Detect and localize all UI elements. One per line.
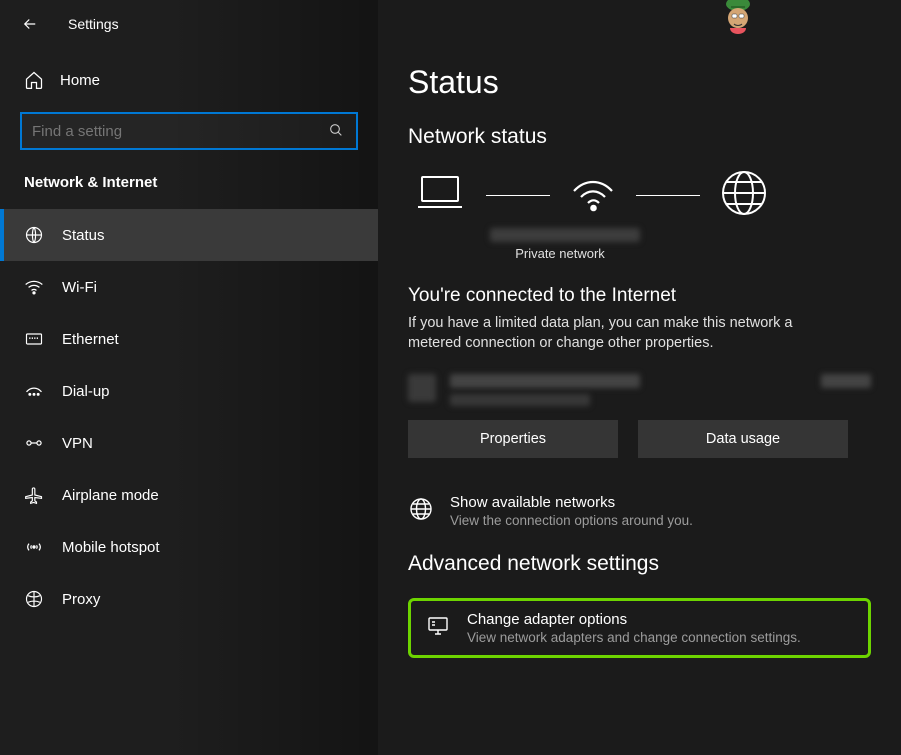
sidebar-item-status[interactable]: Status	[0, 209, 378, 261]
search-icon	[328, 122, 346, 140]
sidebar-item-wifi[interactable]: Wi-Fi	[0, 261, 378, 313]
main-content: Status Network status Private network Yo…	[378, 0, 901, 755]
back-arrow-icon[interactable]	[20, 14, 40, 34]
show-networks-link[interactable]: Show available networks View the connect…	[408, 494, 871, 528]
sidebar-item-proxy[interactable]: Proxy	[0, 573, 378, 625]
vpn-icon	[24, 433, 44, 453]
data-usage-button[interactable]: Data usage	[638, 420, 848, 458]
change-adapter-link[interactable]: Change adapter options View network adap…	[408, 598, 871, 658]
page-title: Status	[408, 64, 871, 101]
home-icon	[24, 70, 44, 90]
search-box[interactable]	[20, 112, 358, 150]
sidebar-item-label: Mobile hotspot	[62, 539, 160, 556]
sidebar-item-dialup[interactable]: Dial-up	[0, 365, 378, 417]
section-title: Network status	[408, 125, 871, 149]
sidebar-item-label: Airplane mode	[62, 487, 159, 504]
avatar-icon	[720, 0, 756, 30]
nav-list: Status Wi-Fi Ethernet Dial-up VPN	[0, 209, 378, 625]
sidebar-item-airplane[interactable]: Airplane mode	[0, 469, 378, 521]
wifi-signal-icon	[570, 173, 616, 218]
adapter-subtext-redacted	[450, 394, 590, 406]
sidebar-item-hotspot[interactable]: Mobile hotspot	[0, 521, 378, 573]
show-networks-desc: View the connection options around you.	[450, 513, 693, 528]
hotspot-icon	[24, 537, 44, 557]
change-adapter-title: Change adapter options	[467, 611, 801, 628]
sidebar-item-label: Dial-up	[62, 383, 110, 400]
sidebar-item-label: Proxy	[62, 591, 100, 608]
sidebar-item-label: Wi-Fi	[62, 279, 97, 296]
connected-heading: You're connected to the Internet	[408, 285, 871, 307]
adapter-info-row	[408, 374, 871, 406]
globe-large-icon	[720, 169, 768, 222]
header: Settings	[0, 0, 378, 48]
button-row: Properties Data usage	[408, 420, 871, 458]
adapter-wifi-icon	[408, 374, 436, 402]
network-type-label: Private network	[490, 246, 630, 261]
sidebar: Settings Home Network & Internet Status …	[0, 0, 378, 755]
advanced-section-title: Advanced network settings	[408, 552, 871, 576]
sidebar-item-label: Status	[62, 227, 105, 244]
sidebar-item-label: Ethernet	[62, 331, 119, 348]
globe-icon	[24, 225, 44, 245]
adapter-icon	[425, 613, 451, 639]
laptop-icon	[414, 173, 466, 218]
category-title: Network & Internet	[0, 150, 378, 209]
show-networks-title: Show available networks	[450, 494, 693, 511]
change-adapter-desc: View network adapters and change connect…	[467, 630, 801, 645]
network-diagram	[408, 169, 871, 222]
adapter-usage-redacted	[821, 374, 871, 388]
network-name-block: Private network	[490, 228, 630, 261]
search-input[interactable]	[32, 123, 328, 140]
connected-description: If you have a limited data plan, you can…	[408, 313, 838, 354]
wifi-icon	[24, 277, 44, 297]
adapter-name-redacted	[450, 374, 640, 388]
airplane-icon	[24, 485, 44, 505]
globe-icon	[408, 496, 434, 522]
connector-line	[486, 195, 550, 196]
home-button[interactable]: Home	[0, 56, 378, 104]
properties-button[interactable]: Properties	[408, 420, 618, 458]
connector-line	[636, 195, 700, 196]
sidebar-item-ethernet[interactable]: Ethernet	[0, 313, 378, 365]
sidebar-item-vpn[interactable]: VPN	[0, 417, 378, 469]
app-title: Settings	[68, 16, 119, 32]
home-label: Home	[60, 72, 100, 89]
ethernet-icon	[24, 329, 44, 349]
proxy-icon	[24, 589, 44, 609]
sidebar-item-label: VPN	[62, 435, 93, 452]
network-ssid-redacted	[490, 228, 640, 242]
dialup-icon	[24, 381, 44, 401]
